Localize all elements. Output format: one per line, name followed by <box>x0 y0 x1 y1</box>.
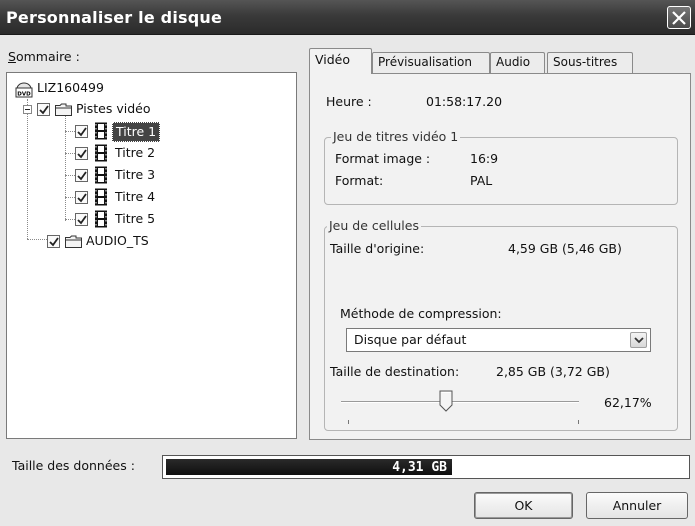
check-icon <box>77 171 87 181</box>
tree-label-title-3: Titre 3 <box>115 167 156 182</box>
tree-label-title-2: Titre 2 <box>115 145 156 160</box>
compression-slider-track[interactable] <box>341 401 579 403</box>
check-icon <box>77 149 87 159</box>
aspect-ratio-label: Format image : <box>335 151 431 166</box>
check-icon <box>49 237 59 247</box>
compression-slider-thumb[interactable] <box>439 390 453 412</box>
collapse-toggle[interactable] <box>23 105 32 114</box>
customize-disc-dialog: Personnaliser le disque Sommaire : DVD L… <box>0 0 695 526</box>
title-bar: Personnaliser le disque <box>0 0 695 35</box>
folder-icon <box>55 103 72 116</box>
close-button[interactable] <box>667 6 691 29</box>
summary-tree[interactable]: DVD LIZ160499 Pistes vidéo Titre 1 Titre… <box>6 72 297 439</box>
compression-label: Méthode de compression: <box>340 306 502 321</box>
format-label: Format: <box>335 173 384 188</box>
time-label: Heure : <box>326 94 372 109</box>
title-3-checkbox[interactable] <box>75 169 88 182</box>
video-tracks-checkbox[interactable] <box>37 103 50 116</box>
tab-video[interactable]: Vidéo <box>309 48 372 74</box>
cell-set-title: Jeu de cellules <box>327 218 421 233</box>
window-title: Personnaliser le disque <box>6 8 223 27</box>
compression-selected-value: Disque par défaut <box>354 332 467 347</box>
video-titleset-title: Jeu de titres vidéo 1 <box>331 129 461 144</box>
destination-size-value: 2,85 GB (3,72 GB) <box>496 364 610 379</box>
aspect-ratio-value: 16:9 <box>470 151 499 166</box>
dvd-disc-icon: DVD <box>15 82 33 98</box>
svg-text:DVD: DVD <box>17 92 31 98</box>
tab-preview[interactable]: Prévisualisation <box>372 52 490 73</box>
compression-select[interactable]: Disque par défaut <box>346 328 651 352</box>
audio-checkbox[interactable] <box>47 235 60 248</box>
tab-subtitles[interactable]: Sous-titres <box>547 52 633 73</box>
video-titleset-group: Jeu de titres vidéo 1 Format image : 16:… <box>324 129 678 205</box>
slider-tick <box>348 420 349 424</box>
film-icon <box>95 122 107 140</box>
ok-button[interactable]: OK <box>474 492 573 519</box>
film-icon <box>95 166 107 184</box>
check-icon <box>39 105 49 115</box>
tree-label-video-tracks: Pistes vidéo <box>76 101 151 116</box>
tree-label-audio: AUDIO_TS <box>86 233 149 248</box>
original-size-value: 4,59 GB (5,46 GB) <box>508 241 622 256</box>
check-icon <box>77 193 87 203</box>
tree-label-title-4: Titre 4 <box>115 189 156 204</box>
tab-audio[interactable]: Audio <box>490 52 545 73</box>
check-icon <box>77 127 87 137</box>
video-tab-panel: Heure : 01:58:17.20 Jeu de titres vidéo … <box>309 73 691 440</box>
data-size-label: Taille des données : <box>12 458 135 473</box>
title-5-checkbox[interactable] <box>75 213 88 226</box>
close-icon <box>672 11 686 25</box>
check-icon <box>77 215 87 225</box>
film-icon <box>95 144 107 162</box>
destination-size-label: Taille de destination: <box>330 364 460 379</box>
film-icon <box>95 188 107 206</box>
compression-percent: 62,17% <box>604 395 652 410</box>
folder-icon <box>65 235 82 248</box>
title-4-checkbox[interactable] <box>75 191 88 204</box>
tree-label-title-5: Titre 5 <box>115 211 156 226</box>
time-value: 01:58:17.20 <box>426 94 503 109</box>
cancel-button[interactable]: Annuler <box>586 492 688 519</box>
data-size-value: 4,31 GB <box>392 460 447 475</box>
compression-dropdown-button[interactable] <box>630 332 647 348</box>
tree-label-title-1: Titre 1 <box>112 122 161 142</box>
title-1-checkbox[interactable] <box>75 125 88 138</box>
format-value: PAL <box>470 173 493 188</box>
data-size-progress-bar: 4,31 GB <box>162 455 690 479</box>
chevron-down-icon <box>634 337 644 344</box>
title-2-checkbox[interactable] <box>75 147 88 160</box>
original-size-label: Taille d'origine: <box>330 241 425 256</box>
slider-tick <box>578 420 579 424</box>
film-icon <box>95 210 107 228</box>
summary-label: Sommaire : <box>8 49 80 64</box>
tree-label-disc: LIZ160499 <box>37 80 104 95</box>
